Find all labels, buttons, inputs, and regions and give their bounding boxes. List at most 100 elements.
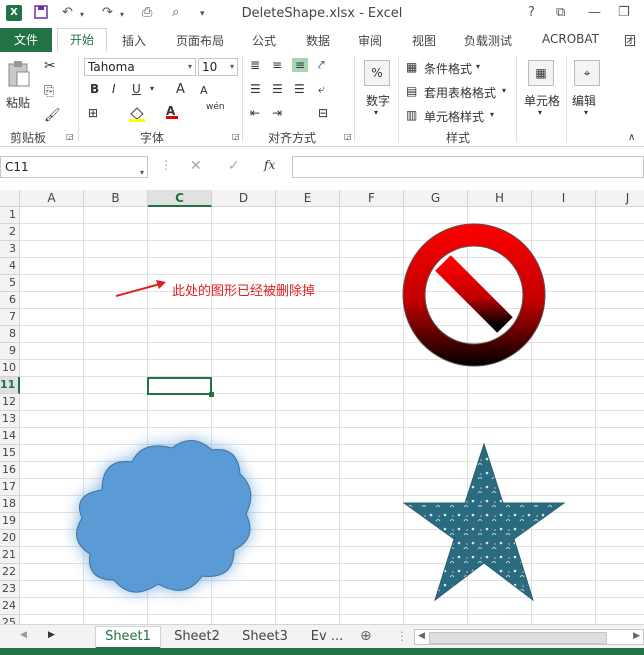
scroll-left-icon[interactable]: ◀ <box>418 631 425 641</box>
row-header[interactable]: 13 <box>0 411 20 428</box>
increase-indent-icon[interactable]: ⇥ <box>272 106 282 120</box>
row-header[interactable]: 20 <box>0 530 20 547</box>
row-header[interactable]: 12 <box>0 394 20 411</box>
sheet-tab-sheet1[interactable]: Sheet1 <box>96 627 160 649</box>
cloud-shape-icon[interactable] <box>62 430 272 620</box>
row-header[interactable]: 16 <box>0 462 20 479</box>
wrap-text-icon[interactable]: ⤶ <box>318 82 325 97</box>
select-all-corner[interactable] <box>0 190 20 207</box>
sheet-tab-sheet3[interactable]: Sheet3 <box>234 627 296 647</box>
scroll-right-icon[interactable]: ▶ <box>633 631 640 641</box>
row-header[interactable]: 5 <box>0 275 20 292</box>
column-header[interactable]: C <box>148 190 212 207</box>
find-binoculars-icon[interactable]: ⌖ <box>574 60 600 86</box>
column-header[interactable]: D <box>212 190 276 207</box>
column-header[interactable]: B <box>84 190 148 207</box>
row-header[interactable]: 17 <box>0 479 20 496</box>
underline-button[interactable]: U <box>132 82 141 96</box>
enter-icon[interactable]: ✓ <box>228 158 240 174</box>
row-header[interactable]: 14 <box>0 428 20 445</box>
tab-insert[interactable]: 插入 <box>122 32 146 49</box>
align-left-icon[interactable]: ☰ <box>250 82 261 96</box>
row-header[interactable]: 11 <box>0 377 20 394</box>
cancel-icon[interactable]: ✕ <box>190 158 202 174</box>
shrink-font-button[interactable]: A <box>200 84 208 97</box>
scroll-tabs-left-icon[interactable]: ◀ <box>20 630 27 640</box>
no-symbol-icon[interactable] <box>400 222 548 368</box>
format-as-table-button[interactable]: 套用表格格式 <box>424 84 496 101</box>
row-header[interactable]: 2 <box>0 224 20 241</box>
alignment-launcher-icon[interactable]: ◲ <box>344 132 352 141</box>
underline-dropdown-icon[interactable]: ▾ <box>150 84 154 93</box>
name-box[interactable]: C11 ▾ <box>0 156 148 178</box>
formula-input[interactable] <box>292 156 644 178</box>
column-header[interactable]: H <box>468 190 532 207</box>
phonetic-guide-button[interactable]: wén <box>206 102 225 112</box>
row-header[interactable]: 10 <box>0 360 20 377</box>
conditional-format-dropdown-icon[interactable]: ▾ <box>476 62 480 71</box>
cells-button[interactable]: 单元格 <box>524 92 560 109</box>
conditional-format-button[interactable]: 条件格式 <box>424 60 472 77</box>
number-button[interactable]: 数字 <box>366 92 390 109</box>
tab-formulas[interactable]: 公式 <box>252 32 276 49</box>
insert-function-button[interactable]: fx <box>264 158 275 172</box>
borders-icon[interactable]: ⊞ <box>88 106 98 120</box>
cells-dropdown-icon[interactable]: ▾ <box>538 108 542 117</box>
editing-dropdown-icon[interactable]: ▾ <box>584 108 588 117</box>
decrease-indent-icon[interactable]: ⇤ <box>250 106 260 120</box>
row-header[interactable]: 23 <box>0 581 20 598</box>
row-header[interactable]: 4 <box>0 258 20 275</box>
cell-styles-button[interactable]: 单元格样式 <box>424 108 484 125</box>
horizontal-scrollbar[interactable]: ◀ ▶ <box>414 629 644 645</box>
scroll-tabs-right-icon[interactable]: ▶ <box>48 630 55 640</box>
orientation-icon[interactable]: ⤤ <box>318 58 325 73</box>
paste-icon[interactable] <box>6 60 32 90</box>
cut-icon[interactable]: ✂ <box>44 58 56 74</box>
sheet-tab-more[interactable]: Ev ... <box>304 627 350 647</box>
add-sheet-icon[interactable]: ⊕ <box>360 628 372 644</box>
row-header[interactable]: 15 <box>0 445 20 462</box>
align-center-icon[interactable]: ☰ <box>272 82 283 96</box>
scrollbar-thumb[interactable] <box>429 632 607 644</box>
align-top-icon[interactable]: ≣ <box>250 58 260 72</box>
cell-styles-dropdown-icon[interactable]: ▾ <box>490 110 494 119</box>
align-middle-icon[interactable]: ≡ <box>272 58 282 72</box>
cells-icon[interactable]: ▦ <box>528 60 554 86</box>
tab-page-layout[interactable]: 页面布局 <box>176 32 224 49</box>
row-header[interactable]: 24 <box>0 598 20 615</box>
merge-center-icon[interactable]: ⊟ <box>318 106 328 120</box>
paste-button[interactable]: 粘贴 <box>6 94 30 111</box>
font-launcher-icon[interactable]: ◲ <box>232 132 240 141</box>
ribbon-display-icon[interactable]: ⧉ <box>556 5 565 20</box>
row-header[interactable]: 8 <box>0 326 20 343</box>
restore-icon[interactable]: ❐ <box>618 5 630 20</box>
fill-color-icon[interactable] <box>128 106 146 125</box>
tab-view[interactable]: 视图 <box>412 32 436 49</box>
row-header[interactable]: 21 <box>0 547 20 564</box>
row-header[interactable]: 7 <box>0 309 20 326</box>
star-shape-icon[interactable] <box>400 442 566 608</box>
column-header[interactable]: G <box>404 190 468 207</box>
minimize-icon[interactable]: — <box>588 5 601 20</box>
grow-font-button[interactable]: A <box>176 82 185 97</box>
fill-handle[interactable] <box>209 392 214 397</box>
bold-button[interactable]: B <box>90 82 99 96</box>
column-header[interactable]: A <box>20 190 84 207</box>
clipboard-launcher-icon[interactable]: ◲ <box>66 132 74 141</box>
help-button[interactable]: ? <box>528 5 535 20</box>
align-right-icon[interactable]: ☰ <box>294 82 305 96</box>
row-header[interactable]: 1 <box>0 207 20 224</box>
tab-review[interactable]: 审阅 <box>358 32 382 49</box>
worksheet-grid[interactable]: ABCDEFGHIJ 1 2 3 4 5 6 7 8 9 10 11 12 13 14 15 16 17 18 19… <box>0 190 644 624</box>
row-header[interactable]: 6 <box>0 292 20 309</box>
font-color-icon[interactable]: A <box>166 104 178 119</box>
tab-acrobat[interactable]: ACROBAT <box>542 32 599 46</box>
italic-button[interactable]: I <box>112 82 116 96</box>
row-header[interactable]: 19 <box>0 513 20 530</box>
format-as-table-dropdown-icon[interactable]: ▾ <box>502 86 506 95</box>
sheet-tab-sheet2[interactable]: Sheet2 <box>166 627 228 647</box>
editing-button[interactable]: 编辑 <box>572 92 596 109</box>
selected-cell[interactable] <box>147 377 212 395</box>
number-dropdown-icon[interactable]: ▾ <box>374 108 378 117</box>
tab-file[interactable]: 文件 <box>0 28 52 52</box>
